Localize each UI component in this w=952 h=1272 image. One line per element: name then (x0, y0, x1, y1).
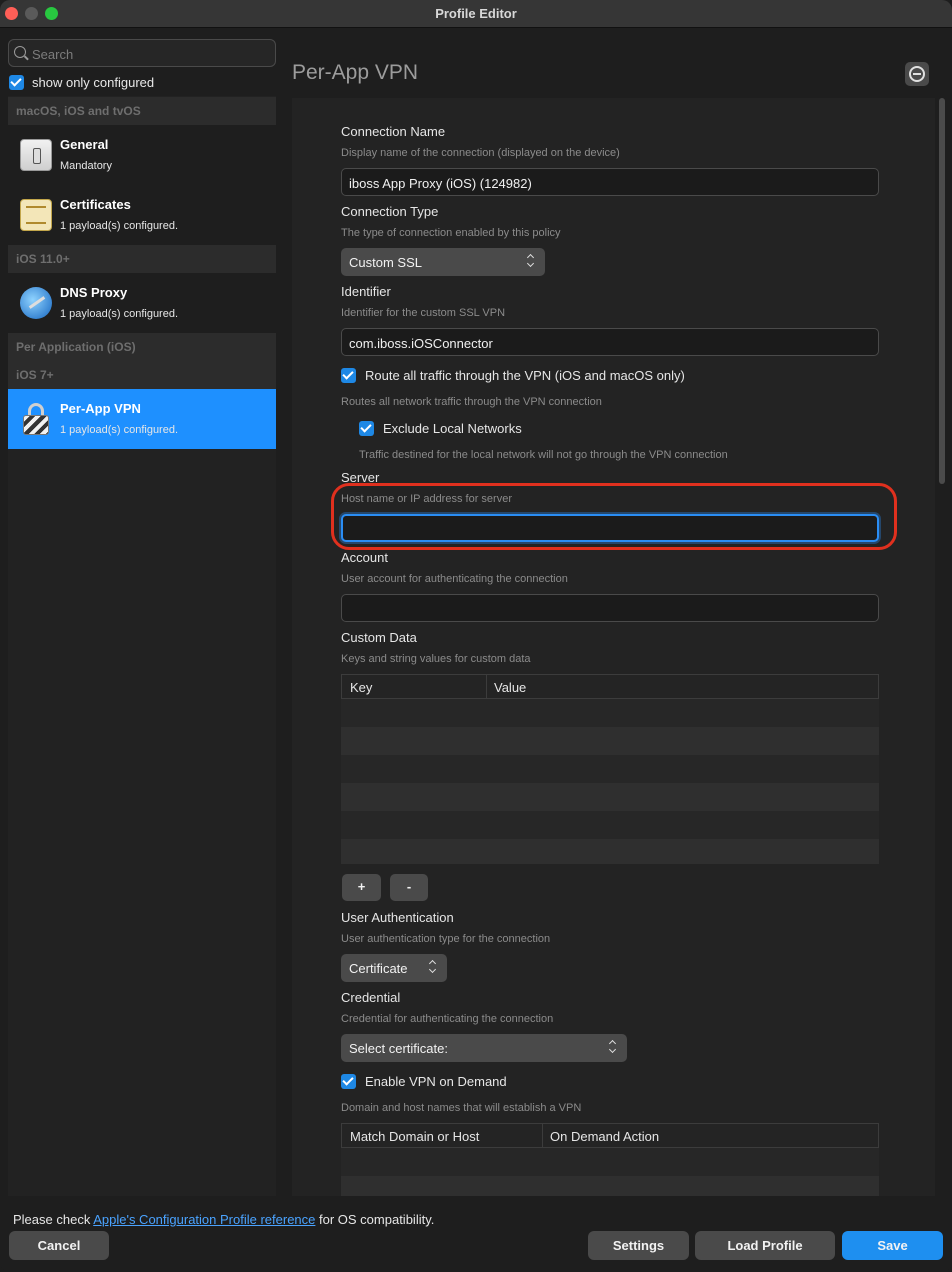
scrollbar[interactable] (939, 98, 945, 484)
custom-data-table[interactable]: Key Value (341, 674, 879, 864)
table-header: Match Domain or Host On Demand Action (341, 1123, 879, 1148)
route-all-traffic-label: Route all traffic through the VPN (iOS a… (365, 368, 685, 383)
general-switch-icon (20, 139, 52, 171)
credential-value: Select certificate: (349, 1041, 448, 1056)
enable-vpn-on-demand-label: Enable VPN on Demand (365, 1074, 507, 1089)
main-panel: Per-App VPN Connection Name Display name… (276, 28, 952, 1196)
page-title: Per-App VPN (292, 61, 419, 84)
lock-icon (20, 403, 52, 435)
load-profile-button[interactable]: Load Profile (695, 1231, 835, 1260)
identifier-field[interactable]: com.iboss.iOSConnector (341, 328, 879, 356)
table-row[interactable] (341, 1176, 879, 1196)
note-suffix: for OS compatibility. (315, 1212, 435, 1227)
connection-name-value: iboss App Proxy (iOS) (124982) (349, 176, 532, 191)
user-authentication-value: Certificate (349, 961, 408, 976)
vpn-on-demand-description: Domain and host names that will establis… (341, 1102, 582, 1114)
connection-type-description: The type of connection enabled by this p… (341, 227, 561, 239)
table-row[interactable] (341, 755, 879, 783)
sidebar-item-title: Certificates (60, 197, 131, 212)
sidebar-item-subtitle: Mandatory (60, 160, 112, 172)
identifier-value: com.iboss.iOSConnector (349, 336, 493, 351)
sidebar-item-subtitle: 1 payload(s) configured. (60, 220, 179, 232)
dns-globe-icon (20, 287, 52, 319)
table-row[interactable] (341, 811, 879, 839)
credential-label: Credential (341, 990, 401, 1005)
column-header-value[interactable]: Value (494, 680, 526, 695)
enable-vpn-on-demand-checkbox[interactable] (341, 1074, 356, 1089)
sidebar: Search show only configured macOS, iOS a… (8, 36, 276, 1196)
connection-type-select[interactable]: Custom SSL (341, 248, 545, 276)
add-row-button[interactable]: + (342, 874, 381, 901)
sidebar-item-subtitle: 1 payload(s) configured. (60, 424, 179, 436)
remove-payload-button[interactable] (905, 62, 929, 86)
table-header: Key Value (341, 674, 879, 699)
sidebar-item-per-app-vpn[interactable]: Per-App VPN 1 payload(s) configured. (8, 389, 276, 449)
connection-name-description: Display name of the connection (displaye… (341, 147, 620, 159)
custom-data-description: Keys and string values for custom data (341, 653, 531, 665)
identifier-label: Identifier (341, 284, 391, 299)
chevron-updown-icon (609, 1040, 617, 1054)
sidebar-item-title: DNS Proxy (60, 285, 128, 300)
compatibility-note: Please check Apple's Configuration Profi… (13, 1212, 434, 1227)
chevron-updown-icon (429, 960, 437, 974)
user-authentication-label: User Authentication (341, 910, 454, 925)
show-only-configured-checkbox[interactable] (9, 75, 24, 90)
search-placeholder: Search (32, 47, 74, 62)
connection-name-label: Connection Name (341, 124, 446, 139)
title-bar: Profile Editor (0, 0, 952, 28)
note-prefix: Please check (13, 1212, 94, 1227)
search-icon (14, 46, 26, 58)
chevron-updown-icon (527, 254, 535, 268)
table-row[interactable] (341, 839, 879, 864)
table-row[interactable] (341, 699, 879, 727)
connection-type-value: Custom SSL (349, 255, 422, 270)
window-title: Profile Editor (435, 6, 517, 21)
certificate-icon (20, 199, 52, 231)
sidebar-item-certificates[interactable]: Certificates 1 payload(s) configured. (8, 185, 276, 245)
column-header-key[interactable]: Key (350, 680, 372, 695)
route-all-traffic-checkbox[interactable] (341, 368, 356, 383)
configuration-profile-reference-link[interactable]: Apple's Configuration Profile reference (93, 1212, 315, 1227)
save-button[interactable]: Save (842, 1231, 943, 1260)
user-authentication-select[interactable]: Certificate (341, 954, 447, 982)
sidebar-item-title: Per-App VPN (60, 401, 141, 416)
show-only-configured-label: show only configured (32, 75, 155, 90)
table-row[interactable] (341, 727, 879, 755)
server-highlight-annotation (331, 483, 897, 550)
remove-row-button[interactable]: - (390, 874, 428, 901)
account-description: User account for authenticating the conn… (341, 573, 568, 585)
connection-type-label: Connection Type (341, 204, 439, 219)
identifier-description: Identifier for the custom SSL VPN (341, 307, 506, 319)
settings-button[interactable]: Settings (588, 1231, 689, 1260)
table-row[interactable] (341, 1148, 879, 1176)
sidebar-item-general[interactable]: General Mandatory (8, 125, 276, 185)
connection-name-field[interactable]: iboss App Proxy (iOS) (124982) (341, 168, 879, 196)
column-header-match-domain[interactable]: Match Domain or Host (350, 1129, 479, 1144)
route-all-traffic-description: Routes all network traffic through the V… (341, 396, 602, 408)
exclude-local-networks-checkbox[interactable] (359, 421, 374, 436)
sidebar-item-title: General (60, 137, 109, 152)
column-header-on-demand-action[interactable]: On Demand Action (550, 1129, 659, 1144)
credential-select[interactable]: Select certificate: (341, 1034, 627, 1062)
account-field[interactable] (341, 594, 879, 622)
custom-data-label: Custom Data (341, 630, 417, 645)
search-input[interactable]: Search (8, 39, 276, 67)
group-header-ios-11: iOS 11.0+ (8, 245, 276, 273)
exclude-local-networks-description: Traffic destined for the local network w… (359, 449, 728, 461)
table-row[interactable] (341, 783, 879, 811)
credential-description: Credential for authenticating the connec… (341, 1013, 554, 1025)
on-demand-table[interactable]: Match Domain or Host On Demand Action (341, 1123, 879, 1196)
group-header-per-application: Per Application (iOS) (8, 333, 276, 361)
account-label: Account (341, 550, 388, 565)
exclude-local-networks-label: Exclude Local Networks (383, 421, 522, 436)
group-header-macos-ios-tvos: macOS, iOS and tvOS (8, 97, 276, 125)
sidebar-item-dns-proxy[interactable]: DNS Proxy 1 payload(s) configured. (8, 273, 276, 333)
cancel-button[interactable]: Cancel (9, 1231, 109, 1260)
sidebar-item-subtitle: 1 payload(s) configured. (60, 308, 179, 320)
profile-editor-window: Profile Editor Search show only configur… (0, 0, 952, 1272)
user-authentication-description: User authentication type for the connect… (341, 933, 551, 945)
group-header-ios-7: iOS 7+ (8, 361, 276, 389)
